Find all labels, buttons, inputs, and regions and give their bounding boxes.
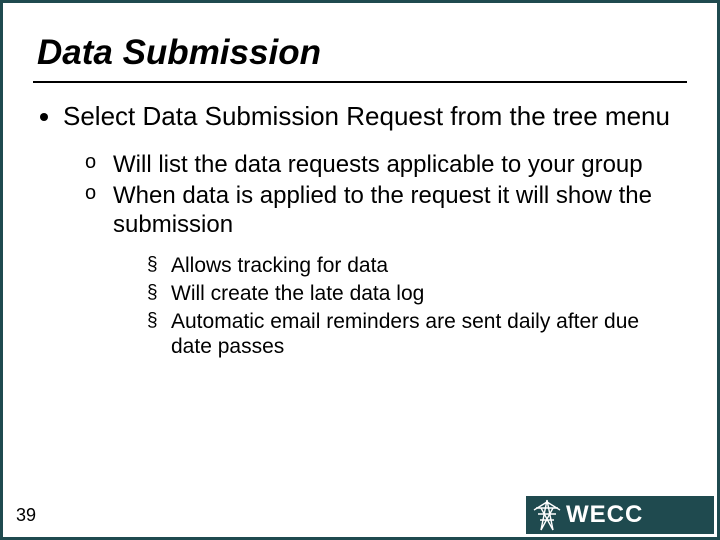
bullet-l3-0-text: Allows tracking for data bbox=[171, 254, 388, 277]
bullet-l1-0-text: Select Data Submission Request from the … bbox=[63, 101, 670, 131]
bullet-list-level1: Select Data Submission Request from the … bbox=[63, 101, 691, 360]
bullet-l2-0-text: Will list the data requests applicable t… bbox=[113, 151, 643, 178]
list-item: When data is applied to the request it w… bbox=[85, 181, 683, 360]
slide: Data Submission Select Data Submission R… bbox=[0, 0, 720, 540]
bullet-l3-2-text: Automatic email reminders are sent daily… bbox=[171, 310, 639, 359]
bullet-l3-1-text: Will create the late data log bbox=[171, 282, 424, 305]
slide-title: Data Submission bbox=[37, 33, 691, 73]
bullet-l2-1-text: When data is applied to the request it w… bbox=[113, 182, 652, 238]
transmission-tower-icon bbox=[532, 498, 562, 532]
title-rule bbox=[33, 81, 687, 83]
list-item: Will list the data requests applicable t… bbox=[85, 150, 683, 179]
list-item: Will create the late data log bbox=[147, 281, 683, 307]
slide-footer: 39 WECC bbox=[6, 496, 714, 534]
bullet-list-level2: Will list the data requests applicable t… bbox=[85, 150, 683, 360]
bullet-list-level3: Allows tracking for data Will create the… bbox=[147, 253, 683, 359]
wecc-logo-text: WECC bbox=[566, 501, 643, 529]
list-item: Automatic email reminders are sent daily… bbox=[147, 309, 683, 360]
list-item: Allows tracking for data bbox=[147, 253, 683, 279]
wecc-logo-badge: WECC bbox=[526, 496, 714, 534]
list-item: Select Data Submission Request from the … bbox=[63, 101, 691, 360]
page-number: 39 bbox=[16, 505, 36, 526]
